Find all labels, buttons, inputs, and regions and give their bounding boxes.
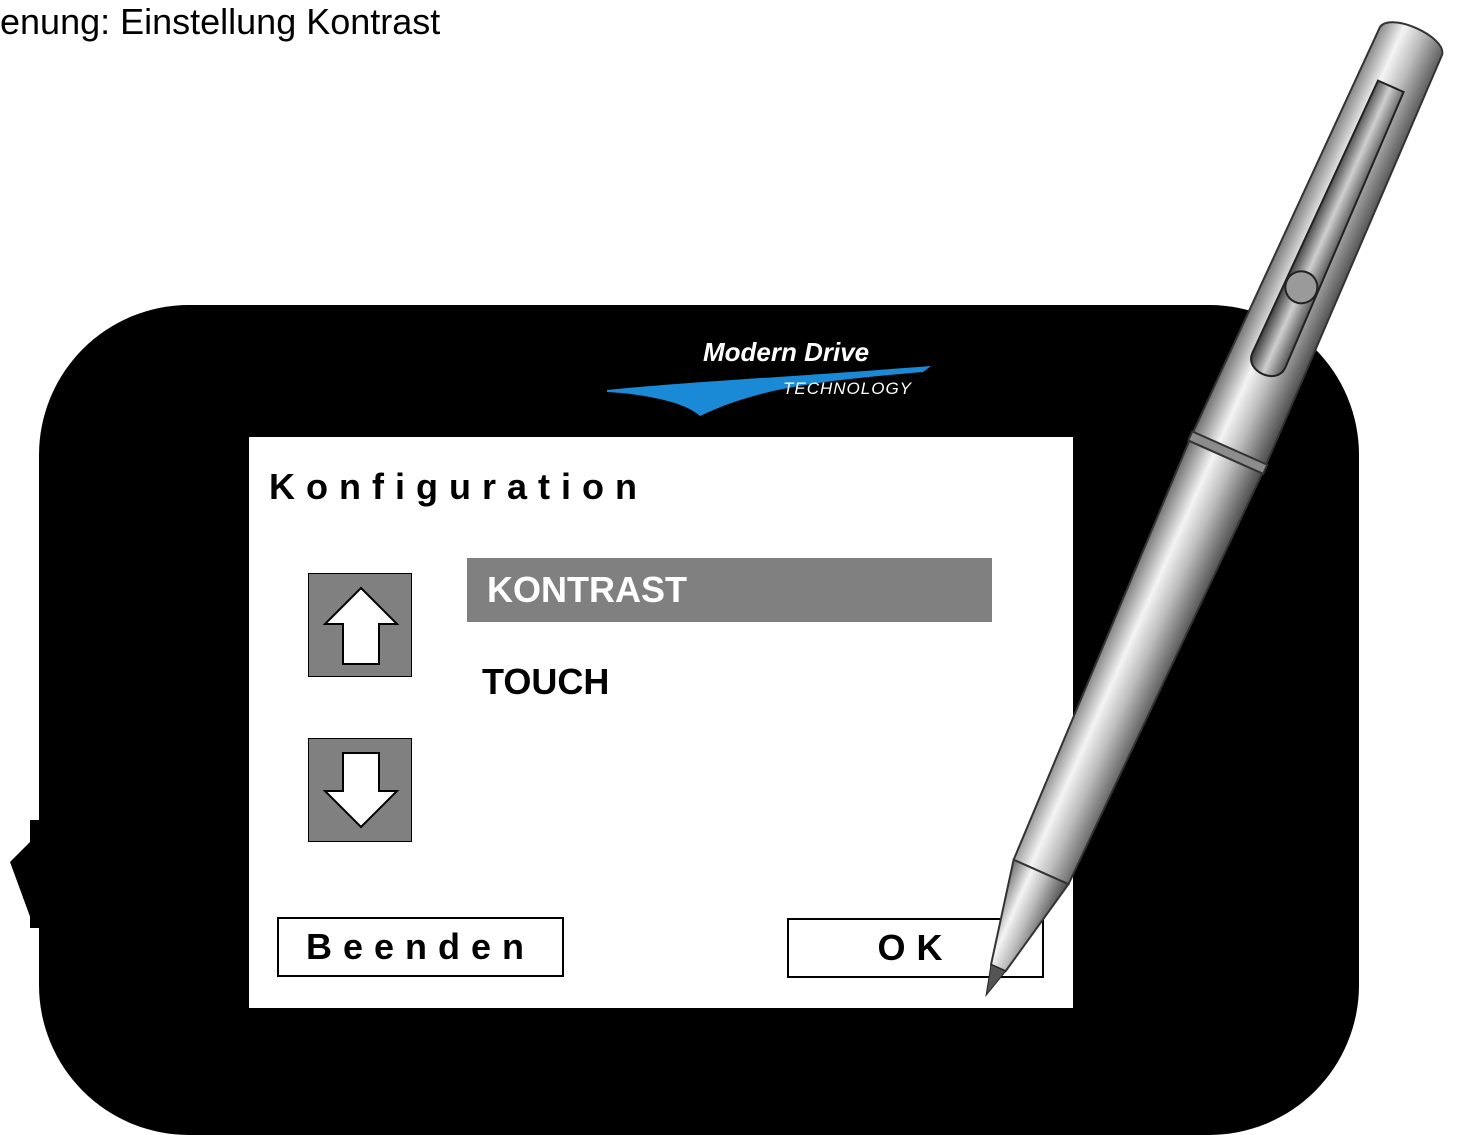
- brand-logo: Modern Drive TECHNOLOGY: [605, 335, 935, 420]
- ok-button[interactable]: OK: [787, 918, 1044, 978]
- arrow-up-icon: [322, 586, 400, 665]
- touch-screen: Konfiguration KONTRAST TOUCH Beenden OK: [249, 437, 1073, 1008]
- scroll-down-button[interactable]: [308, 738, 412, 842]
- exit-button[interactable]: Beenden: [277, 917, 564, 977]
- logo-name: Modern Drive: [703, 337, 870, 367]
- device-side-button-lip: [10, 840, 32, 922]
- logo-subtitle: TECHNOLOGY: [783, 379, 913, 398]
- menu-item-kontrast[interactable]: KONTRAST: [467, 558, 992, 622]
- screen-title: Konfiguration: [269, 466, 648, 507]
- menu-item-touch[interactable]: TOUCH: [482, 650, 609, 714]
- scroll-up-button[interactable]: [308, 573, 412, 677]
- arrow-down-icon: [322, 752, 400, 829]
- slide-caption: enung: Einstellung Kontrast: [0, 1, 441, 42]
